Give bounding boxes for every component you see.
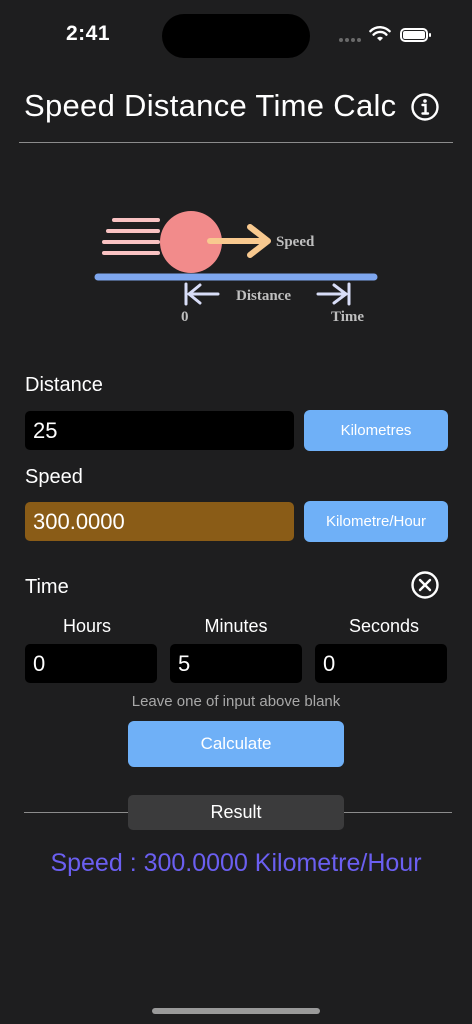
- illustration-time-label: Time: [331, 309, 364, 325]
- illustration-distance-label: Distance: [236, 288, 291, 304]
- seconds-label: Seconds: [348, 616, 420, 636]
- wifi-icon: [369, 26, 391, 41]
- minutes-input[interactable]: 5: [170, 644, 302, 683]
- result-text: Speed : 300.0000 Kilometre/Hour: [50, 849, 422, 877]
- input-hint: Leave one of input above blank: [131, 693, 341, 710]
- hours-label: Hours: [62, 616, 111, 636]
- hours-input[interactable]: 0: [25, 644, 157, 683]
- info-icon[interactable]: [410, 92, 440, 122]
- dynamic-island: [162, 14, 310, 58]
- cellular-signal-icon: [339, 38, 363, 42]
- speed-input[interactable]: 300.0000: [25, 502, 294, 541]
- speed-unit-button[interactable]: Kilometre/Hour: [304, 501, 448, 542]
- motion-lines-icon: [102, 218, 160, 255]
- distance-label: Distance: [25, 374, 103, 396]
- header-divider: [19, 142, 453, 143]
- home-indicator[interactable]: [152, 1008, 320, 1014]
- distance-input[interactable]: 25: [25, 411, 294, 450]
- illustration-speed-label: Speed: [276, 234, 315, 250]
- result-divider-right: [342, 812, 452, 813]
- status-time: 2:41: [66, 22, 111, 45]
- battery-icon: [400, 28, 431, 42]
- speed-distance-time-illustration: Speed Distance 0 Time: [94, 211, 378, 325]
- clear-time-icon[interactable]: [410, 570, 440, 600]
- time-label: Time: [25, 576, 69, 598]
- speed-label: Speed: [25, 466, 83, 488]
- illustration-zero-label: 0: [181, 309, 189, 325]
- calculate-button[interactable]: Calculate: [128, 721, 344, 767]
- distance-unit-button[interactable]: Kilometres: [304, 410, 448, 451]
- result-badge: Result: [128, 795, 344, 830]
- minutes-label: Minutes: [204, 616, 268, 636]
- seconds-input[interactable]: 0: [315, 644, 447, 683]
- page-title: Speed Distance Time Calc: [24, 88, 397, 123]
- result-divider-left: [24, 812, 130, 813]
